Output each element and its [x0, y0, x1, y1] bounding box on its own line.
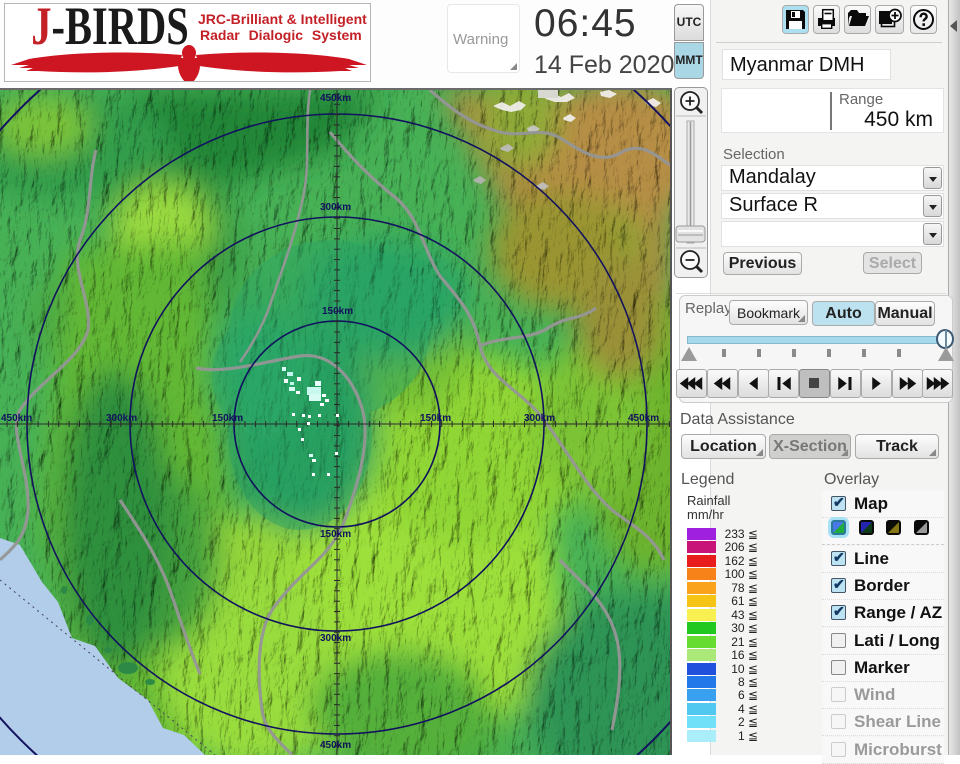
svg-text:300km: 300km	[524, 413, 555, 424]
svg-text:450km: 450km	[628, 413, 659, 424]
svg-text:150km: 150km	[212, 413, 243, 424]
svg-text:150km: 150km	[420, 413, 451, 424]
svg-text:300km: 300km	[106, 413, 137, 424]
svg-text:JRC-Brilliant & Intelligent: JRC-Brilliant & Intelligent	[198, 11, 367, 27]
svg-text:J-BIRDS: J-BIRDS	[31, 4, 188, 56]
svg-text:450km: 450km	[1, 413, 32, 424]
svg-text:300km: 300km	[320, 633, 351, 644]
svg-text:300km: 300km	[320, 202, 351, 213]
svg-text:450km: 450km	[320, 740, 351, 751]
svg-text:150km: 150km	[320, 529, 351, 540]
svg-text:150km: 150km	[322, 306, 353, 317]
svg-text:Radar Dialogic System: Radar Dialogic System	[200, 27, 362, 43]
svg-text:450km: 450km	[320, 93, 351, 104]
